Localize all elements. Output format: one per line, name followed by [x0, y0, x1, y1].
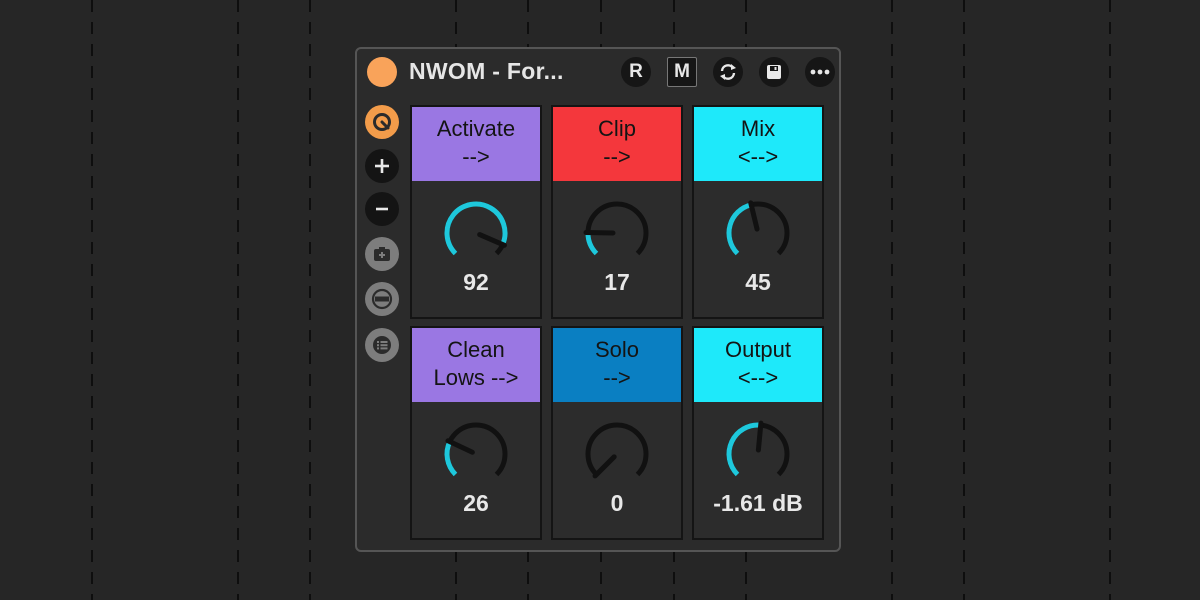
knob-pointer: [592, 454, 617, 479]
clip-value: 17: [604, 269, 630, 295]
knob-track: [585, 422, 649, 477]
knob-pointer: [755, 420, 764, 453]
mix-value: 45: [745, 269, 771, 295]
plus-icon[interactable]: [365, 149, 399, 183]
activate-knob[interactable]: [440, 197, 512, 269]
control-cell-output: Output <--> -1.61 dB: [692, 326, 824, 540]
solo-button[interactable]: Solo -->: [553, 328, 681, 402]
control-label-line2: -->: [462, 144, 490, 169]
knob-value-arc: [585, 232, 599, 256]
knob-pointer: [445, 438, 475, 455]
device-title: NWOM - For...: [409, 58, 564, 84]
output-button[interactable]: Output <-->: [694, 328, 822, 402]
control-label-line1: Output: [724, 337, 792, 362]
control-label-line2: -->: [603, 144, 631, 169]
knob-pointer: [477, 232, 507, 248]
control-label-line2: <-->: [737, 144, 779, 169]
mix-button[interactable]: Mix <-->: [694, 107, 822, 181]
list-icon[interactable]: [365, 328, 399, 362]
camera-add-icon[interactable]: [365, 237, 399, 271]
device-panel: NWOM - For... R M Activate --> 92 Clip -…: [355, 47, 841, 552]
knob-value-arc: [444, 201, 508, 256]
activate-button[interactable]: Activate -->: [412, 107, 540, 181]
mode-button-label: M: [674, 61, 690, 82]
clip-knob[interactable]: [581, 197, 653, 269]
control-cell-solo: Solo --> 0: [551, 326, 683, 540]
control-label-line1: Solo: [594, 337, 640, 362]
power-icon[interactable]: [365, 105, 399, 139]
mix-knob[interactable]: [722, 197, 794, 269]
control-label-line2: <-->: [737, 365, 779, 390]
solo-value: 0: [610, 490, 624, 516]
control-label-line2: -->: [603, 365, 631, 390]
dash-icon[interactable]: [365, 282, 399, 316]
control-label-line1: Clip: [598, 116, 636, 141]
control-cell-activate: Activate --> 92: [410, 105, 542, 319]
clean-lows-button[interactable]: Clean Lows -->: [412, 328, 540, 402]
output-knob[interactable]: [722, 418, 794, 490]
control-cell-mix: Mix <--> 45: [692, 105, 824, 319]
knob-pointer: [748, 200, 760, 232]
save-icon[interactable]: [759, 57, 789, 87]
knob-value-arc: [444, 440, 458, 477]
solo-knob[interactable]: [581, 418, 653, 490]
mode-button[interactable]: M: [667, 57, 697, 87]
sync-icon[interactable]: [713, 57, 743, 87]
more-icon[interactable]: [805, 57, 835, 87]
record-button-label: R: [629, 61, 643, 82]
device-activator-button[interactable]: [367, 57, 397, 87]
device-titlebar: NWOM - For... R M: [357, 49, 839, 95]
control-label-line1: Mix: [740, 116, 776, 141]
knob-track: [585, 201, 649, 256]
control-cell-clip: Clip --> 17: [551, 105, 683, 319]
control-label-line1: Clean: [447, 337, 505, 362]
minus-icon[interactable]: [365, 192, 399, 226]
knob-track: [444, 422, 508, 477]
record-button[interactable]: R: [621, 57, 651, 87]
control-label-line2: Lows -->: [433, 365, 519, 390]
control-label-line1: Activate: [436, 116, 516, 141]
control-cell-clean-lows: Clean Lows --> 26: [410, 326, 542, 540]
activate-value: 92: [463, 269, 489, 295]
clip-button[interactable]: Clip -->: [553, 107, 681, 181]
clean-lows-knob[interactable]: [440, 418, 512, 490]
knob-value-arc: [726, 202, 752, 256]
clean-lows-value: 26: [463, 490, 489, 516]
output-value: -1.61 dB: [713, 490, 803, 516]
